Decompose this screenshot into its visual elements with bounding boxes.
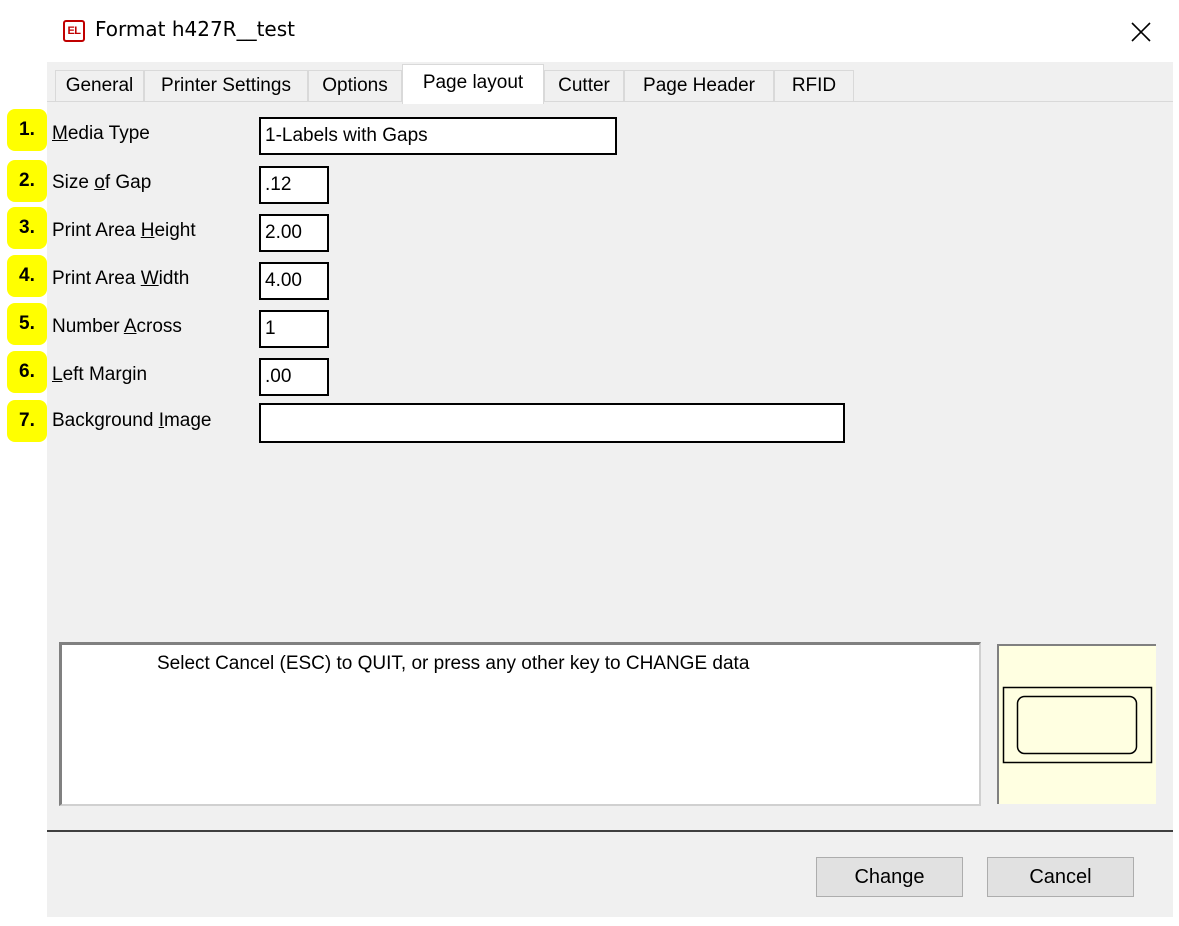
step-badge-3: 3. (7, 207, 47, 249)
number-across-field[interactable]: 1 (259, 310, 329, 348)
left-margin-label: Left Margin (52, 364, 148, 385)
label-preview-icon (1002, 686, 1153, 764)
tab-page-layout[interactable]: Page layout (402, 64, 544, 104)
print-area-height-field[interactable]: 2.00 (259, 214, 329, 252)
print-area-width-label: Print Area Width (52, 268, 190, 289)
background-image-field[interactable] (259, 403, 845, 443)
dialog-window: EL Format h427R__test 1. 2. 3. 4. 5. 6. … (0, 0, 1179, 926)
number-across-label: Number Across (52, 316, 182, 337)
tab-printer-settings[interactable]: Printer Settings (144, 70, 308, 102)
size-of-gap-field[interactable]: .12 (259, 166, 329, 204)
title-bar: EL Format h427R__test (0, 0, 1179, 62)
print-area-height-label: Print Area Height (52, 220, 196, 241)
close-button[interactable] (1122, 12, 1162, 52)
change-button[interactable]: Change (816, 857, 963, 897)
button-separator (47, 830, 1173, 832)
size-of-gap-label: Size of Gap (52, 172, 152, 193)
tab-page-header[interactable]: Page Header (624, 70, 774, 102)
window-title: Format h427R__test (95, 17, 295, 41)
easylabel-app-icon: EL (63, 20, 85, 42)
cancel-button[interactable]: Cancel (987, 857, 1134, 897)
tab-cutter[interactable]: Cutter (544, 70, 624, 102)
media-type-field[interactable]: 1-Labels with Gaps (259, 117, 617, 155)
step-badge-5: 5. (7, 303, 47, 345)
step-badge-4: 4. (7, 255, 47, 297)
left-margin-field[interactable]: .00 (259, 358, 329, 396)
message-text: Select Cancel (ESC) to QUIT, or press an… (157, 653, 750, 674)
step-badge-1: 1. (7, 109, 47, 151)
step-badge-6: 6. (7, 351, 47, 393)
print-area-width-field[interactable]: 4.00 (259, 262, 329, 300)
label-preview-panel (997, 644, 1156, 804)
tab-rfid[interactable]: RFID (774, 70, 854, 102)
media-type-label: Media Type (52, 123, 150, 144)
background-image-label: Background Image (52, 410, 212, 431)
step-badge-2: 2. (7, 160, 47, 202)
step-badge-7: 7. (7, 400, 47, 442)
dialog-body: General Printer Settings Options Page la… (47, 62, 1173, 917)
tab-options[interactable]: Options (308, 70, 402, 102)
close-icon (1131, 22, 1151, 42)
tab-general[interactable]: General (55, 70, 144, 102)
tab-pane-border (47, 101, 1173, 102)
message-box: Select Cancel (ESC) to QUIT, or press an… (59, 642, 981, 806)
